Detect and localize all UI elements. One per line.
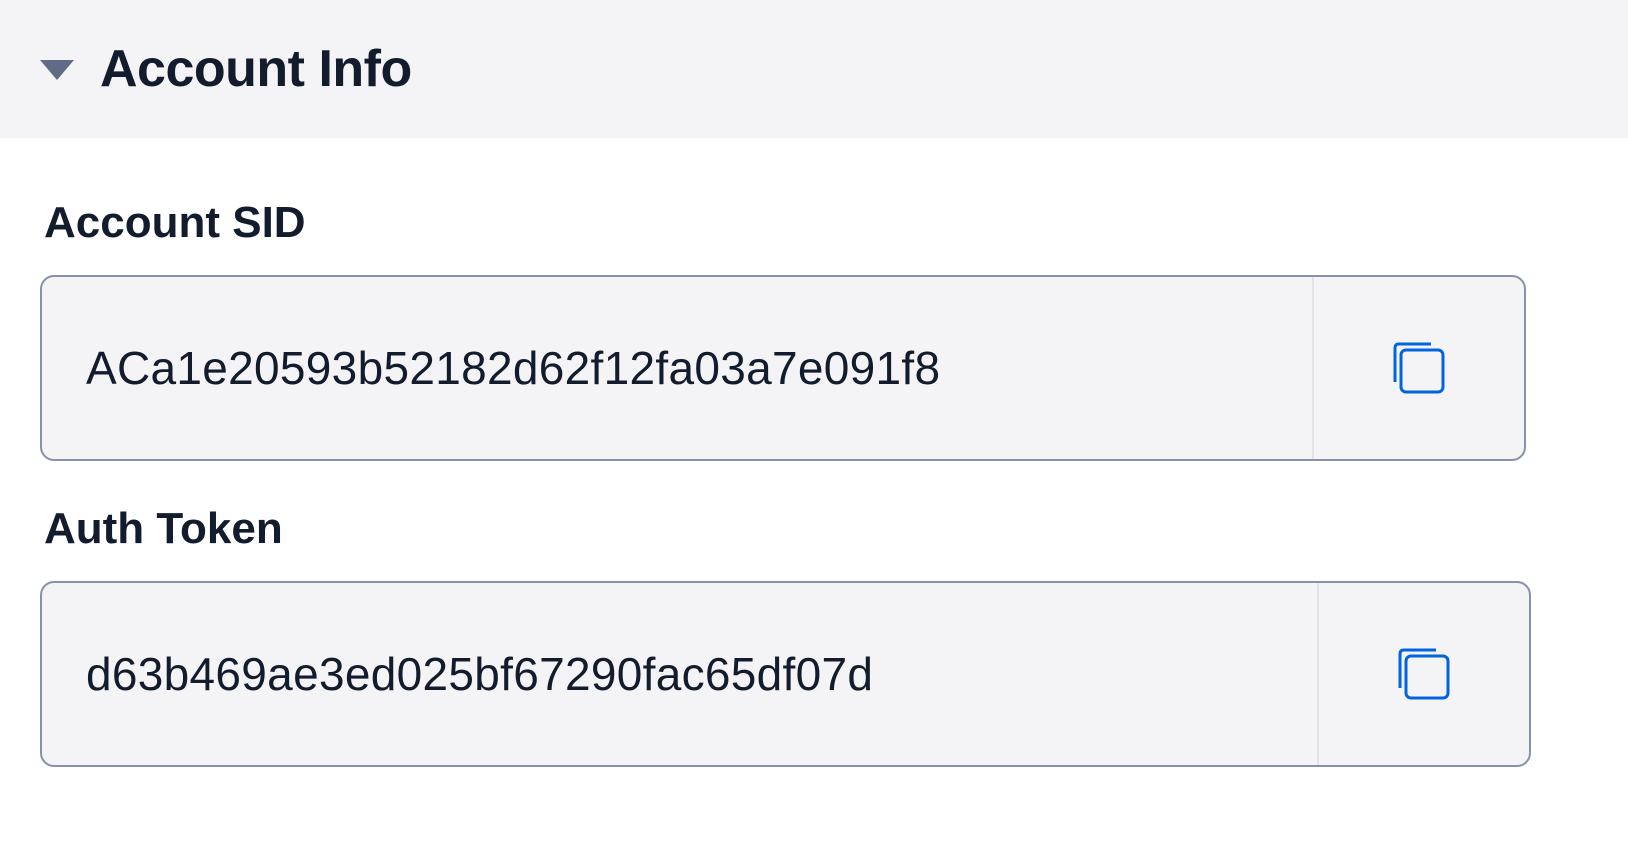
auth-token-field: d63b469ae3ed025bf67290fac65df07d	[40, 581, 1531, 767]
auth-token-value[interactable]: d63b469ae3ed025bf67290fac65df07d	[42, 583, 1317, 765]
copy-auth-token-button[interactable]	[1317, 583, 1529, 765]
caret-down-icon	[40, 60, 74, 80]
account-info-section-toggle[interactable]: Account Info	[0, 0, 1628, 138]
section-title: Account Info	[100, 40, 412, 98]
account-sid-value[interactable]: ACa1e20593b52182d62f12fa03a7e091f8	[42, 277, 1312, 459]
copy-icon	[1398, 648, 1450, 700]
auth-token-label: Auth Token	[44, 504, 283, 553]
copy-icon	[1393, 342, 1445, 394]
copy-account-sid-button[interactable]	[1312, 277, 1524, 459]
account-sid-label: Account SID	[44, 198, 306, 247]
account-sid-field: ACa1e20593b52182d62f12fa03a7e091f8	[40, 275, 1526, 461]
account-info-panel: Account Info Account SID ACa1e20593b5218…	[0, 0, 1628, 854]
